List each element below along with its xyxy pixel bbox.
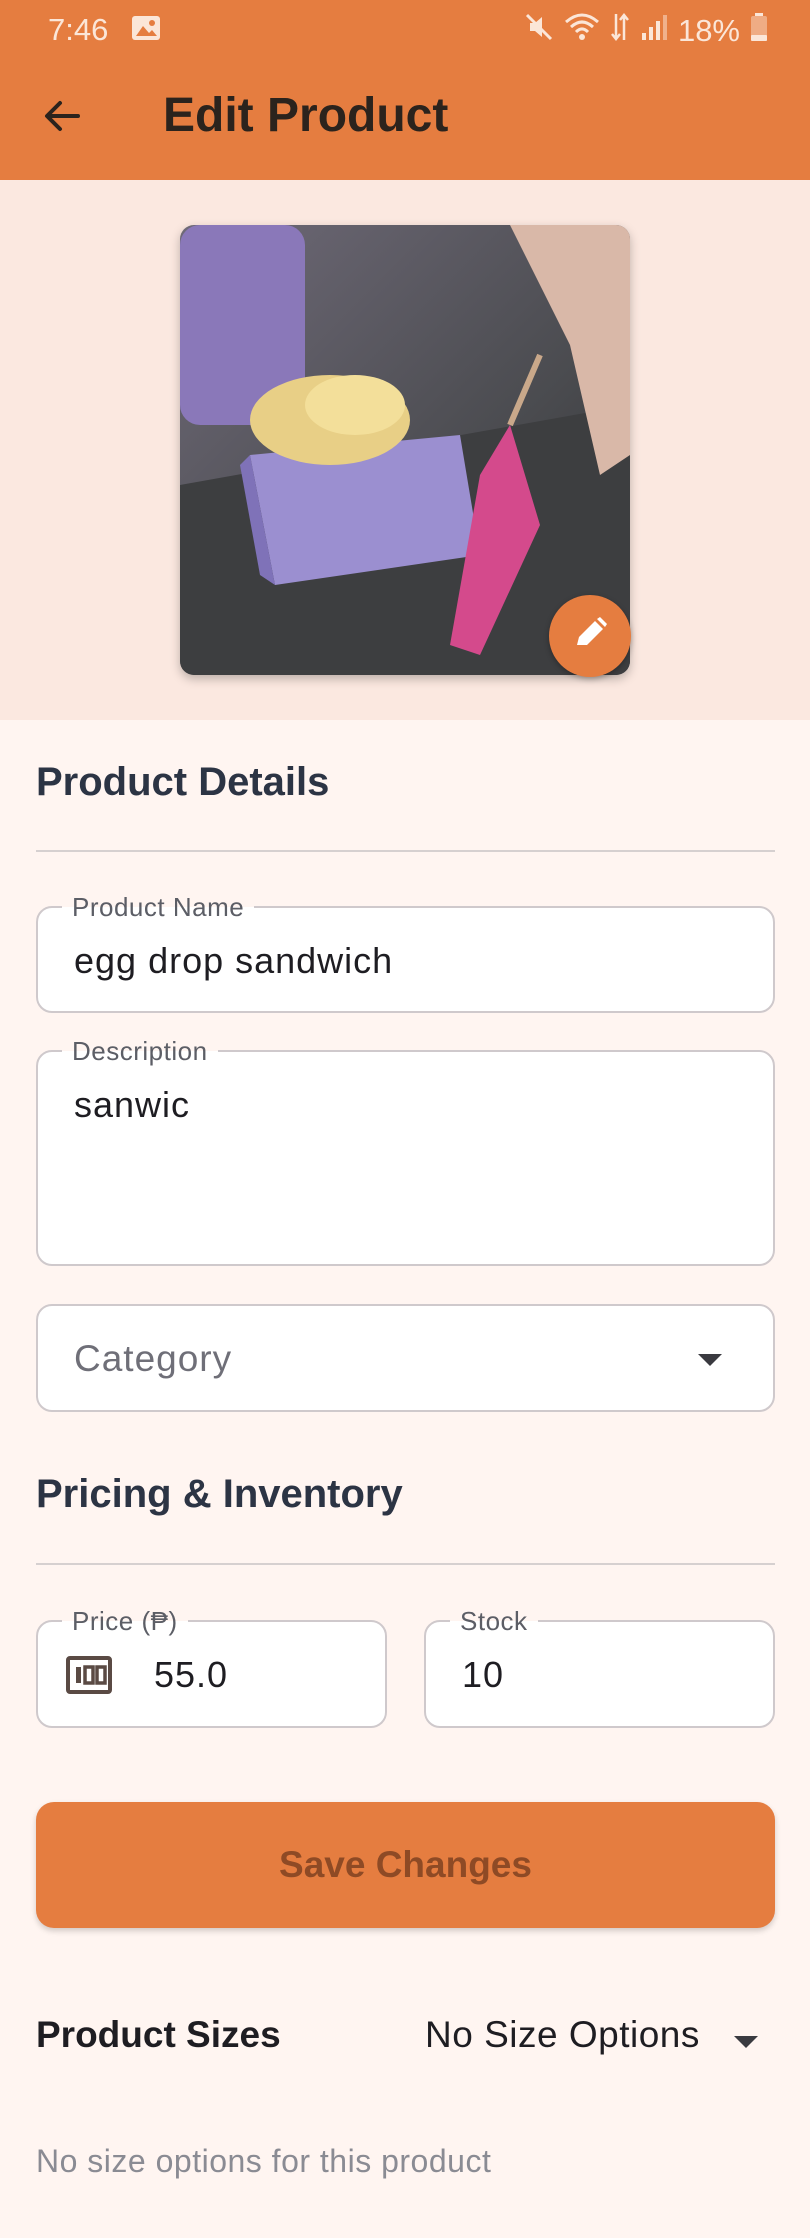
pencil-icon bbox=[571, 615, 609, 658]
wifi-icon bbox=[564, 12, 600, 50]
category-placeholder: Category bbox=[74, 1338, 233, 1379]
chevron-down-icon bbox=[734, 2036, 758, 2048]
product-sizes-heading: Product Sizes bbox=[36, 2014, 281, 2055]
data-transfer-icon bbox=[610, 12, 630, 50]
product-name-field[interactable]: Product Name egg drop sandwich bbox=[36, 892, 775, 1013]
pricing-heading: Pricing & Inventory bbox=[36, 1472, 403, 1516]
back-button[interactable] bbox=[38, 92, 86, 140]
product-name-label: Product Name bbox=[62, 892, 255, 922]
app-bar: 7:46 18% Edit Product bbox=[0, 0, 810, 180]
category-select[interactable]: Category bbox=[36, 1304, 775, 1412]
product-name-value: egg drop sandwich bbox=[74, 940, 394, 981]
signal-icon bbox=[640, 13, 668, 49]
price-field[interactable]: Price (₱) 55.0 bbox=[36, 1606, 387, 1728]
divider bbox=[36, 850, 775, 852]
battery-icon bbox=[750, 12, 768, 50]
stock-field[interactable]: Stock 10 bbox=[424, 1606, 775, 1728]
gallery-icon bbox=[131, 14, 161, 50]
description-label: Description bbox=[62, 1036, 218, 1066]
mute-icon bbox=[524, 12, 554, 50]
price-value: 55.0 bbox=[154, 1654, 229, 1695]
product-details-heading: Product Details bbox=[36, 760, 330, 804]
divider bbox=[36, 1563, 775, 1565]
size-options-empty-message: No size options for this product bbox=[36, 2143, 492, 2179]
money-icon bbox=[66, 1656, 112, 1699]
arrow-left-icon bbox=[38, 101, 86, 144]
description-field[interactable]: Description sanwic bbox=[36, 1036, 775, 1266]
status-bar: 7:46 18% bbox=[0, 0, 810, 58]
stock-label: Stock bbox=[450, 1606, 538, 1636]
edit-image-button[interactable] bbox=[549, 595, 631, 677]
stock-value: 10 bbox=[462, 1654, 505, 1695]
product-image-section bbox=[0, 180, 810, 720]
page-title: Edit Product bbox=[163, 89, 449, 142]
price-label: Price (₱) bbox=[62, 1606, 188, 1636]
size-options-dropdown[interactable]: No Size Options bbox=[420, 2010, 780, 2066]
chevron-down-icon bbox=[698, 1354, 722, 1366]
description-value: sanwic bbox=[74, 1084, 191, 1125]
status-time: 7:46 bbox=[48, 12, 109, 47]
save-changes-button[interactable]: Save Changes bbox=[36, 1802, 775, 1928]
size-options-value: No Size Options bbox=[425, 2014, 700, 2055]
battery-percent: 18% bbox=[677, 13, 740, 48]
